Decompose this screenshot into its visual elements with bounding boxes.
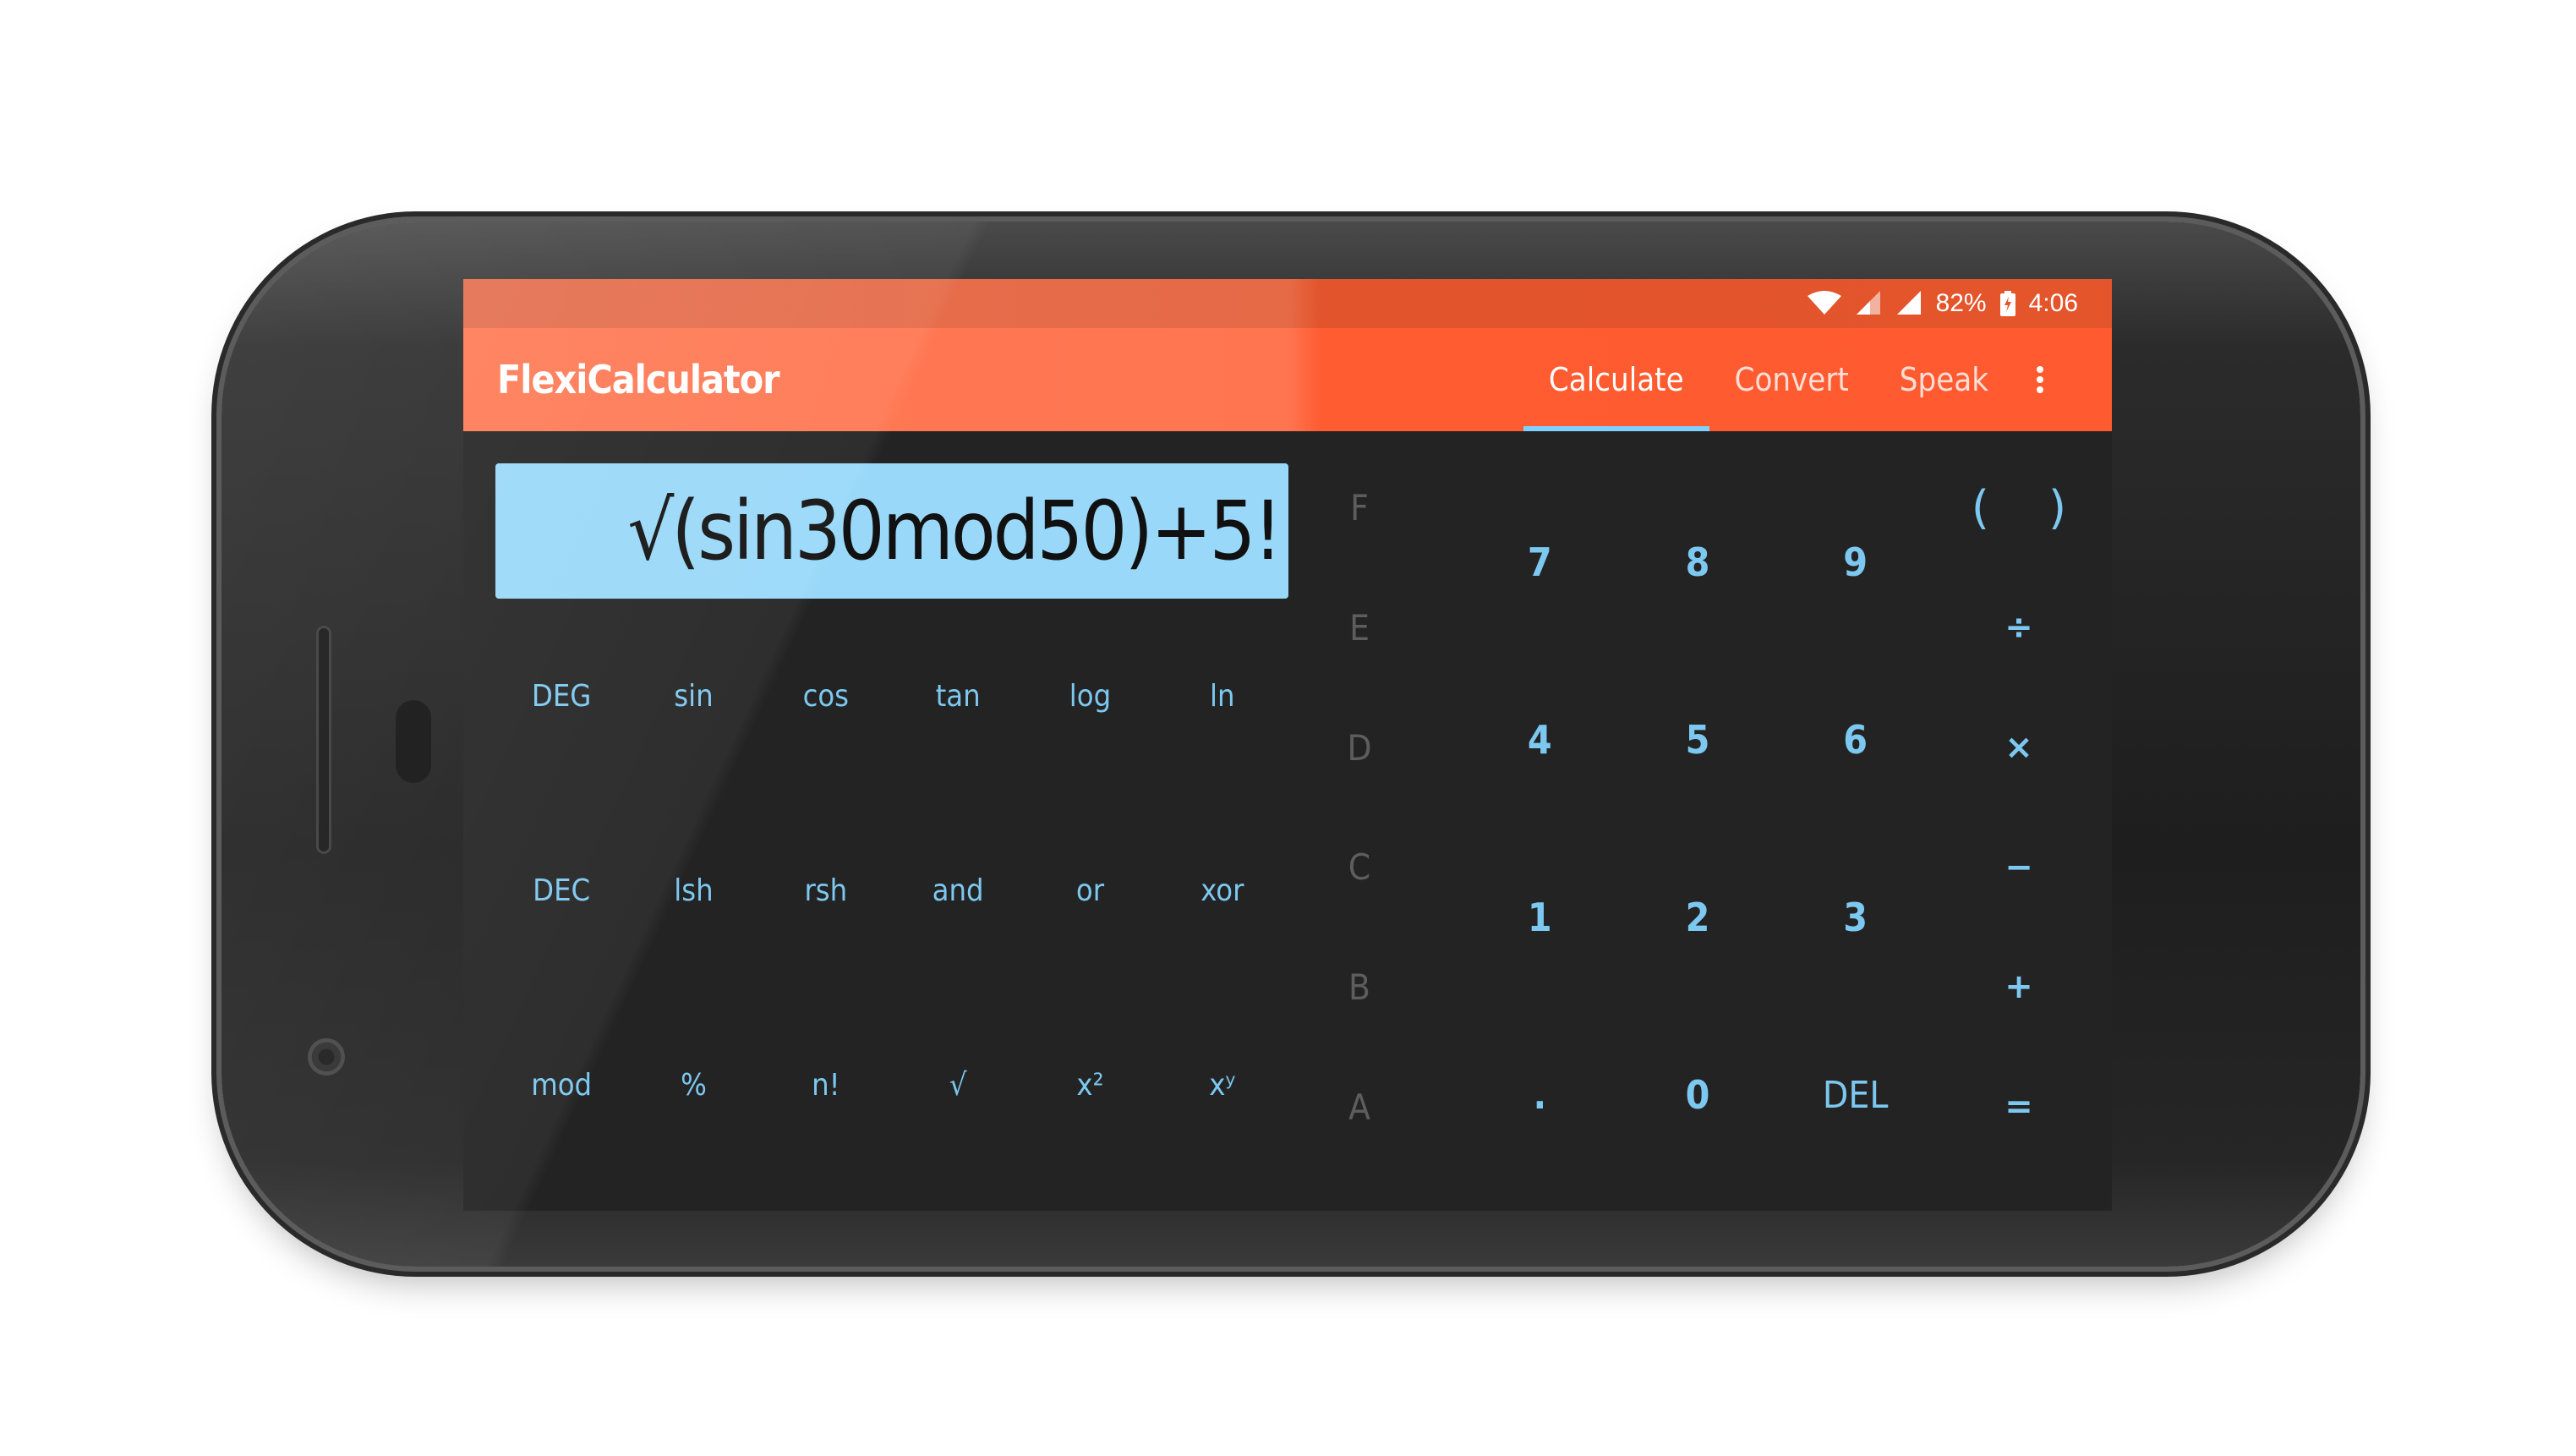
percent-button[interactable]: % (627, 988, 759, 1182)
digit-5-button[interactable]: 5 (1619, 651, 1777, 829)
close-paren-button[interactable]: ) (2048, 481, 2066, 534)
hex-b-button: B (1348, 966, 1370, 1008)
overflow-menu-icon[interactable] (2019, 328, 2061, 431)
digit-8-button[interactable]: 8 (1619, 473, 1777, 651)
digit-2-button[interactable]: 2 (1619, 829, 1777, 1006)
mod-button[interactable]: mod (495, 988, 627, 1182)
front-camera-icon (308, 1038, 345, 1076)
multiply-button[interactable]: × (1951, 687, 2087, 807)
tan-button[interactable]: tan (892, 599, 1024, 793)
expression-text: √(sin30mod50)+5! (627, 484, 1283, 578)
product-image: 82% 4:06 FlexiCalculator Calculate Conve… (0, 0, 2576, 1456)
ln-button[interactable]: ln (1157, 599, 1288, 793)
clock-time: 4:06 (2028, 289, 2078, 317)
digit-1-button[interactable]: 1 (1461, 829, 1619, 1006)
wifi-icon (1807, 291, 1841, 316)
expression-display: √(sin30mod50)+5! (495, 463, 1288, 599)
parentheses-row: ( ) (1951, 448, 2087, 568)
digit-4-button[interactable]: 4 (1461, 651, 1619, 829)
hex-a-button: A (1348, 1086, 1370, 1128)
divide-button[interactable]: ÷ (1951, 568, 2087, 688)
signal-full-icon (1895, 291, 1922, 316)
operator-keypad: ( ) ÷ × − + = (1951, 448, 2087, 1167)
dec-button[interactable]: DEC (495, 793, 627, 988)
scientific-keypad: DEG sin cos tan log ln DEC lsh rsh and o… (495, 599, 1288, 1182)
proximity-sensor (396, 700, 431, 783)
battery-charging-icon (1999, 291, 2015, 316)
factorial-button[interactable]: n! (760, 988, 892, 1182)
tab-speak[interactable]: Speak (1874, 328, 2014, 431)
subtract-button[interactable]: − (1951, 807, 2087, 928)
tab-calculate[interactable]: Calculate (1523, 328, 1709, 431)
signal-icon (1855, 291, 1882, 316)
tab-convert[interactable]: Convert (1709, 328, 1874, 431)
or-button[interactable]: or (1024, 793, 1156, 988)
lsh-button[interactable]: lsh (627, 793, 759, 988)
phone-screen: 82% 4:06 FlexiCalculator Calculate Conve… (463, 279, 2112, 1211)
hex-keypad: F E D C B A (1334, 448, 1385, 1167)
square-button[interactable]: x² (1024, 988, 1156, 1182)
app-bar: FlexiCalculator Calculate Convert Speak (463, 328, 2112, 431)
open-paren-button[interactable]: ( (1972, 481, 1989, 534)
number-keypad: 7 8 9 4 5 6 1 2 3 . 0 DEL (1461, 473, 1934, 1184)
power-button[interactable]: xʸ (1157, 988, 1288, 1182)
tab-bar: Calculate Convert Speak (1523, 328, 2061, 431)
digit-9-button[interactable]: 9 (1776, 473, 1934, 651)
deg-button[interactable]: DEG (495, 599, 627, 793)
hex-c-button: C (1348, 846, 1371, 889)
digit-0-button[interactable]: 0 (1619, 1006, 1777, 1184)
digit-3-button[interactable]: 3 (1776, 829, 1934, 1006)
and-button[interactable]: and (892, 793, 1024, 988)
status-bar: 82% 4:06 (463, 279, 2112, 328)
rsh-button[interactable]: rsh (760, 793, 892, 988)
xor-button[interactable]: xor (1157, 793, 1288, 988)
log-button[interactable]: log (1024, 599, 1156, 793)
digit-7-button[interactable]: 7 (1461, 473, 1619, 651)
equals-button[interactable]: = (1951, 1047, 2087, 1167)
decimal-point-button[interactable]: . (1461, 1006, 1619, 1184)
digit-6-button[interactable]: 6 (1776, 651, 1934, 829)
hex-f-button: F (1350, 487, 1369, 529)
sqrt-button[interactable]: √ (892, 988, 1024, 1182)
status-indicators: 82% 4:06 (1807, 279, 2078, 328)
hex-d-button: D (1347, 726, 1372, 769)
earpiece-speaker (316, 626, 331, 854)
sin-button[interactable]: sin (627, 599, 759, 793)
add-button[interactable]: + (1951, 928, 2087, 1048)
cos-button[interactable]: cos (760, 599, 892, 793)
delete-button[interactable]: DEL (1776, 1006, 1934, 1184)
hex-e-button: E (1349, 606, 1370, 649)
battery-percent: 82% (1935, 289, 1987, 317)
app-title: FlexiCalculator (497, 357, 780, 402)
